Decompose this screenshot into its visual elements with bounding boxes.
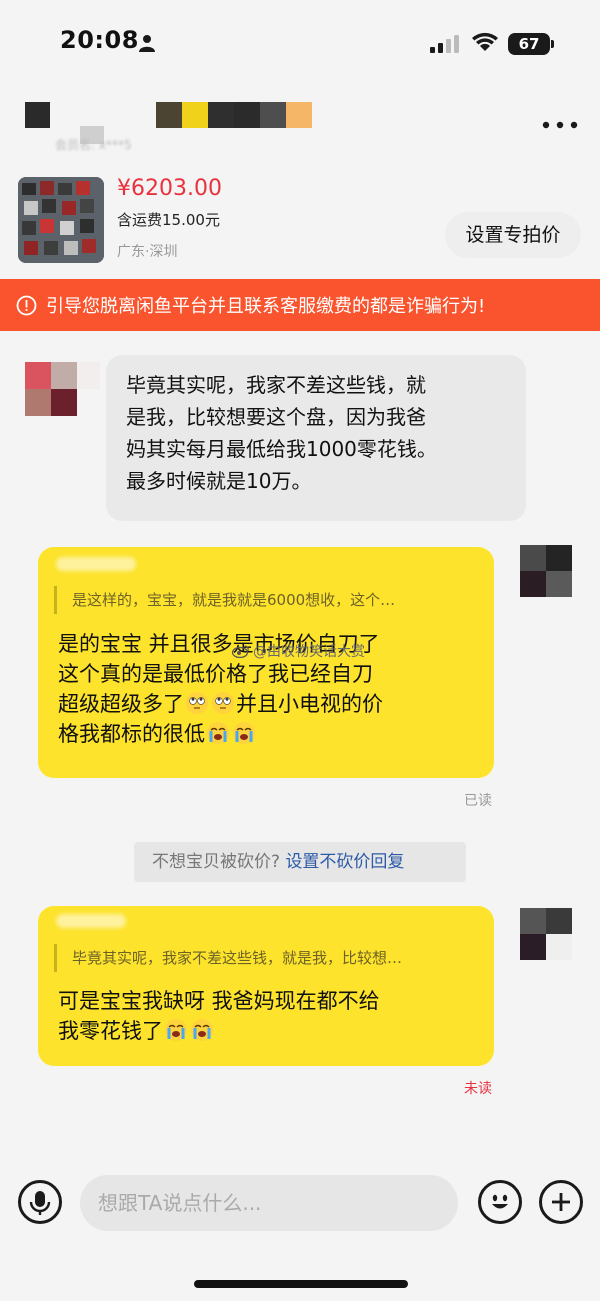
microphone-icon xyxy=(29,1191,51,1215)
seller-avatar[interactable] xyxy=(520,908,572,960)
quoted-sender-name xyxy=(56,557,136,571)
person-icon xyxy=(139,35,155,52)
emoji-button[interactable] xyxy=(478,1180,522,1224)
buyer-avatar[interactable] xyxy=(25,362,100,416)
voice-input-button[interactable] xyxy=(18,1180,62,1224)
message-body: 可是宝宝我缺呀 我爸妈现在都不给 我零花钱了 xyxy=(58,986,380,1046)
product-thumbnail[interactable] xyxy=(18,177,104,263)
message-line: 可是宝宝我缺呀 我爸妈现在都不给 xyxy=(58,989,380,1013)
message-line: 是我，比较想要这个盘，因为我爸 xyxy=(126,405,426,429)
product-location: 广东·深圳 xyxy=(117,244,178,260)
wifi-icon xyxy=(472,32,498,51)
crying-emoji xyxy=(191,1019,213,1041)
rolling-eyes-emoji xyxy=(212,692,234,714)
outgoing-message-bubble: 是这样的，宝宝，就是我就是6000想收，这个… 是的宝宝 并且很多是市场价自刀了… xyxy=(38,547,494,778)
crying-emoji xyxy=(233,722,255,744)
warning-icon xyxy=(16,295,37,316)
status-time: 20:08 xyxy=(60,26,139,54)
message-line: 毕竟其实呢，我家不差这些钱，就 xyxy=(126,373,426,397)
quoted-message[interactable]: 毕竟其实呢，我家不差这些钱，就是我，比较想… xyxy=(54,944,474,972)
weibo-icon xyxy=(232,645,249,658)
outgoing-message-bubble: 毕竟其实呢，我家不差这些钱，就是我，比较想… 可是宝宝我缺呀 我爸妈现在都不给 … xyxy=(38,906,494,1066)
more-icon[interactable] xyxy=(540,118,580,132)
message-line-with-emoji: 我零花钱了 xyxy=(58,1016,380,1046)
message-line-with-emoji: 超级超级多了 并且小电视的价 xyxy=(58,689,383,719)
message-input[interactable] xyxy=(80,1175,458,1231)
plus-icon xyxy=(552,1193,570,1211)
rolling-eyes-emoji xyxy=(186,692,208,714)
signal-icon xyxy=(430,35,459,53)
message-line-with-emoji: 格我都标的很低 xyxy=(58,719,383,749)
contact-subname: 会员名: x***5 xyxy=(55,138,132,152)
message-text: 超级超级多了 xyxy=(58,692,184,716)
seller-avatar[interactable] xyxy=(520,545,572,597)
more-actions-button[interactable] xyxy=(539,1180,583,1224)
smiley-icon xyxy=(492,1194,508,1209)
crying-emoji xyxy=(165,1019,187,1041)
fraud-warning-text: 引导您脱离闲鱼平台并且联系客服缴费的都是诈骗行为! xyxy=(46,296,486,317)
unread-status: 未读 xyxy=(464,1081,492,1097)
product-price: ¥6203.00 xyxy=(117,176,222,201)
set-no-bargain-reply-link[interactable]: 设置不砍价回复 xyxy=(285,852,404,872)
message-text: 我零花钱了 xyxy=(58,1019,163,1043)
crying-emoji xyxy=(207,722,229,744)
watermark: @由收物笑话大赏 xyxy=(253,644,365,660)
bargain-tip: 不想宝贝被砍价? 设置不砍价回复 xyxy=(134,842,466,882)
battery-nub xyxy=(551,40,554,48)
message-text: 格我都标的很低 xyxy=(58,722,205,746)
shipping-fee: 含运费15.00元 xyxy=(117,211,220,229)
message-line: 这个真的是最低价格了我已经自刀 xyxy=(58,662,373,686)
message-line: 妈其实每月最低给我1000零花钱。 xyxy=(126,437,437,461)
read-status: 已读 xyxy=(464,793,492,809)
incoming-message-bubble: 毕竟其实呢，我家不差这些钱，就 是我，比较想要这个盘，因为我爸 妈其实每月最低给… xyxy=(106,355,526,521)
home-indicator[interactable] xyxy=(194,1280,408,1288)
message-line: 最多时候就是10万。 xyxy=(126,469,312,493)
bargain-tip-text: 不想宝贝被砍价? xyxy=(152,852,286,872)
set-special-price-button[interactable]: 设置专拍价 xyxy=(445,212,581,258)
quoted-message[interactable]: 是这样的，宝宝，就是我就是6000想收，这个… xyxy=(54,586,474,614)
battery-indicator: 67 xyxy=(508,33,550,55)
message-text: 并且小电视的价 xyxy=(236,692,383,716)
quoted-sender-name xyxy=(56,914,126,928)
